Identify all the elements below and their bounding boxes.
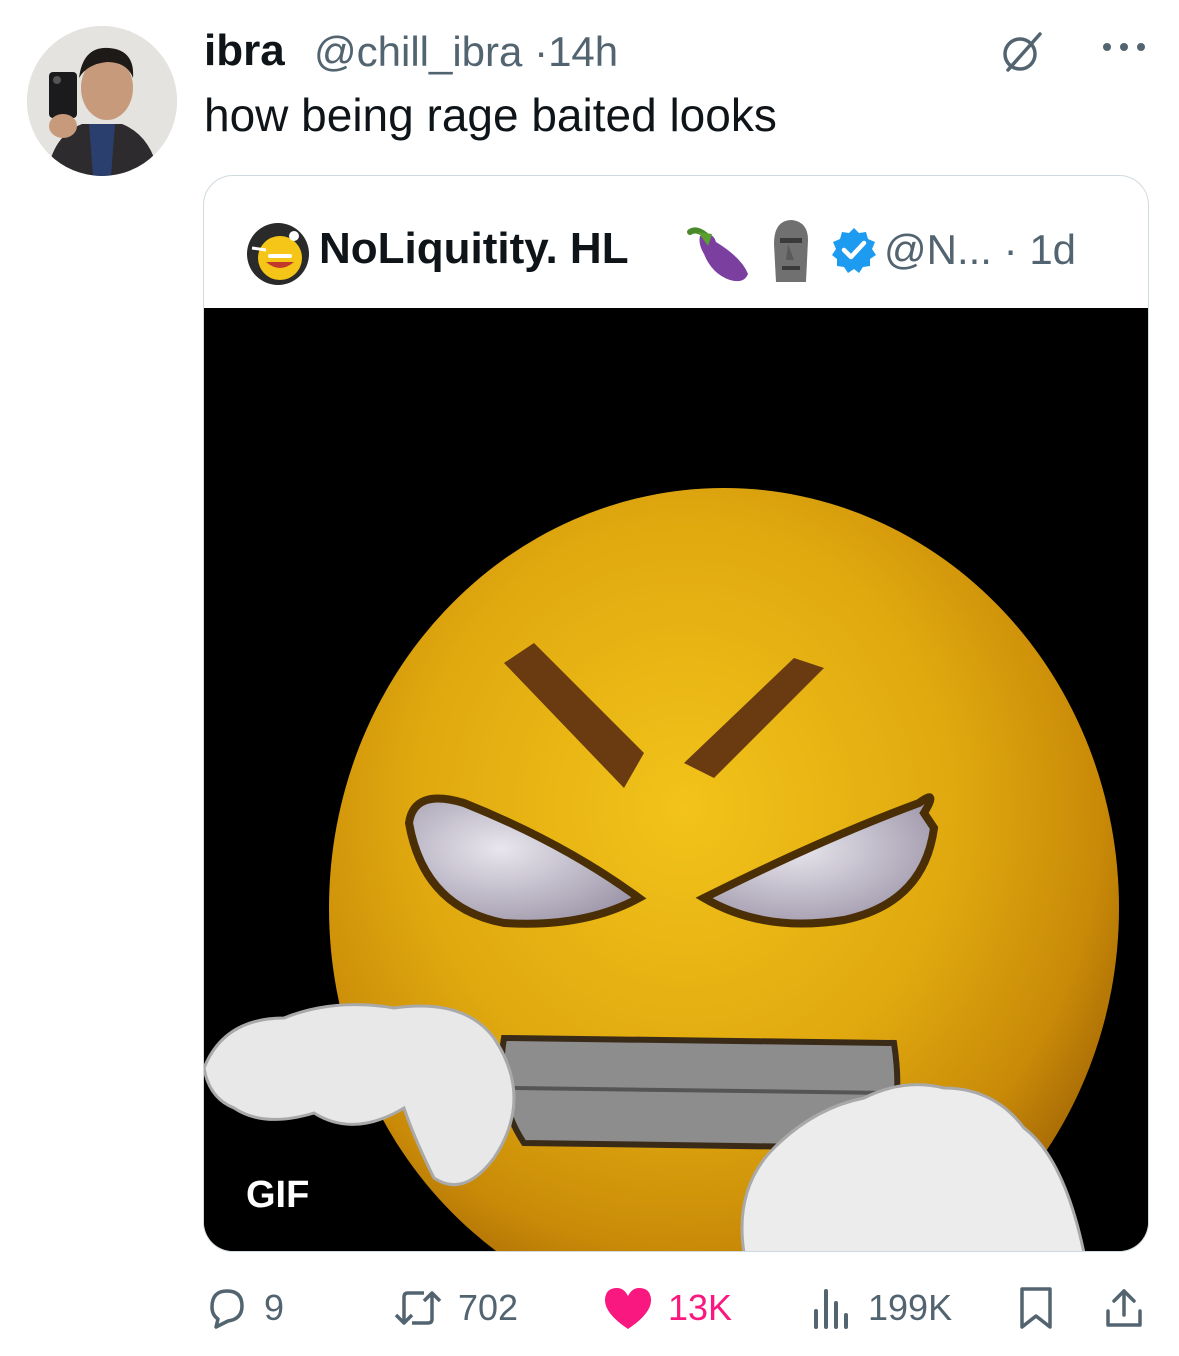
quoted-tweet-header: NoLiquitity. HL @N... · 1d	[204, 176, 1148, 308]
like-count: 13K	[668, 1287, 733, 1328]
quoted-gif-media[interactable]: GIF	[204, 308, 1148, 1251]
eggplant-emoji	[682, 218, 754, 284]
tweet-header: ibra @chill_ibra ·14h	[204, 24, 1149, 78]
quoted-time[interactable]: 1d	[1029, 226, 1076, 273]
tweet-text: how being rage baited looks	[204, 89, 777, 141]
author-handle[interactable]: @chill_ibra	[314, 28, 522, 75]
quoted-meta: @N... · 1d	[884, 226, 1076, 274]
author-avatar[interactable]	[27, 26, 177, 176]
gif-badge: GIF	[234, 1170, 322, 1221]
bookmark-icon	[1020, 1287, 1052, 1329]
share-button[interactable]	[1102, 1278, 1146, 1338]
quoted-author-avatar[interactable]	[246, 222, 310, 286]
quoted-author-handle[interactable]: @N...	[884, 226, 992, 273]
moai-emoji	[760, 214, 820, 284]
verified-badge-icon[interactable]	[830, 226, 878, 274]
tweet-action-bar: 9 702 13K 199K	[204, 1278, 1149, 1338]
reply-button[interactable]: 9	[204, 1278, 284, 1338]
heart-icon	[604, 1288, 652, 1329]
more-icon[interactable]	[1099, 32, 1149, 62]
author-name[interactable]: ibra	[204, 26, 285, 76]
grok-icon[interactable]	[1000, 30, 1044, 74]
bookmark-button[interactable]	[1016, 1278, 1056, 1338]
views-button[interactable]: 199K	[808, 1278, 952, 1338]
share-icon	[1106, 1289, 1142, 1327]
reply-count: 9	[264, 1287, 285, 1328]
views-icon	[814, 1289, 848, 1329]
repost-button[interactable]: 702	[392, 1278, 518, 1338]
meta-separator: ·	[534, 28, 549, 75]
repost-count: 702	[458, 1287, 519, 1328]
tweet-time[interactable]: 14h	[548, 28, 618, 75]
author-meta: @chill_ibra ·14h	[314, 28, 618, 76]
quoted-tweet[interactable]: NoLiquitity. HL @N... · 1d GIF	[203, 175, 1149, 1252]
reply-icon	[210, 1289, 244, 1329]
angry-emoji-gif	[204, 308, 1148, 1251]
views-count: 199K	[868, 1287, 953, 1328]
repost-icon	[394, 1291, 442, 1325]
quoted-meta-separator: ·	[1003, 226, 1018, 273]
quoted-author-name[interactable]: NoLiquitity. HL	[319, 224, 629, 274]
like-button[interactable]: 13K	[602, 1278, 732, 1338]
